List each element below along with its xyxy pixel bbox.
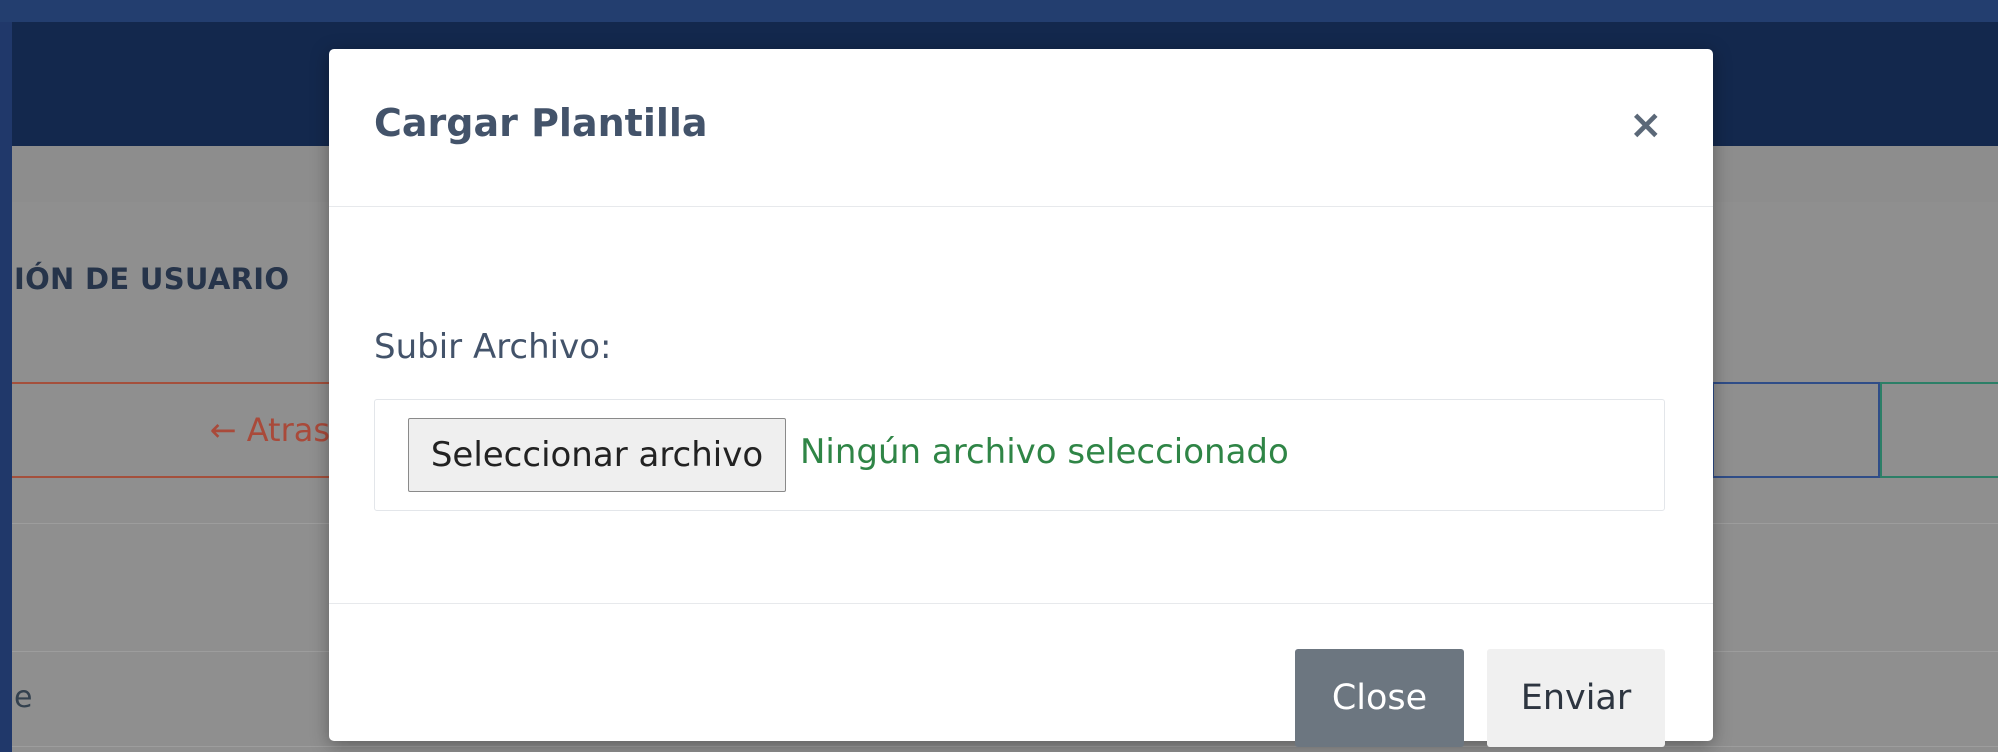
upload-template-modal: Cargar Plantilla × Subir Archivo: Selecc…	[329, 49, 1713, 747]
modal-title: Cargar Plantilla	[374, 101, 708, 145]
upload-file-label: Subir Archivo:	[374, 327, 612, 367]
background-button-blue[interactable]	[1712, 382, 1880, 478]
close-icon[interactable]: ×	[1629, 101, 1663, 149]
top-strip	[0, 0, 1998, 22]
file-status-text: Ningún archivo seleccionado	[800, 432, 1289, 472]
row-divider	[12, 746, 1998, 747]
send-button[interactable]: Enviar	[1487, 649, 1665, 747]
file-input-container: Seleccionar archivo Ningún archivo selec…	[374, 399, 1665, 511]
select-file-button[interactable]: Seleccionar archivo	[408, 418, 786, 492]
background-button-green[interactable]	[1880, 382, 1998, 478]
close-button[interactable]: Close	[1295, 649, 1464, 747]
back-button[interactable]: ← Atras	[12, 382, 342, 478]
modal-header: Cargar Plantilla ×	[329, 49, 1713, 207]
table-cell-fragment: e	[14, 680, 33, 715]
left-border	[0, 22, 12, 752]
modal-footer: Close Enviar	[329, 603, 1713, 747]
section-title: IÓN DE USUARIO	[14, 262, 290, 296]
modal-body: Subir Archivo: Seleccionar archivo Ningú…	[329, 207, 1713, 603]
